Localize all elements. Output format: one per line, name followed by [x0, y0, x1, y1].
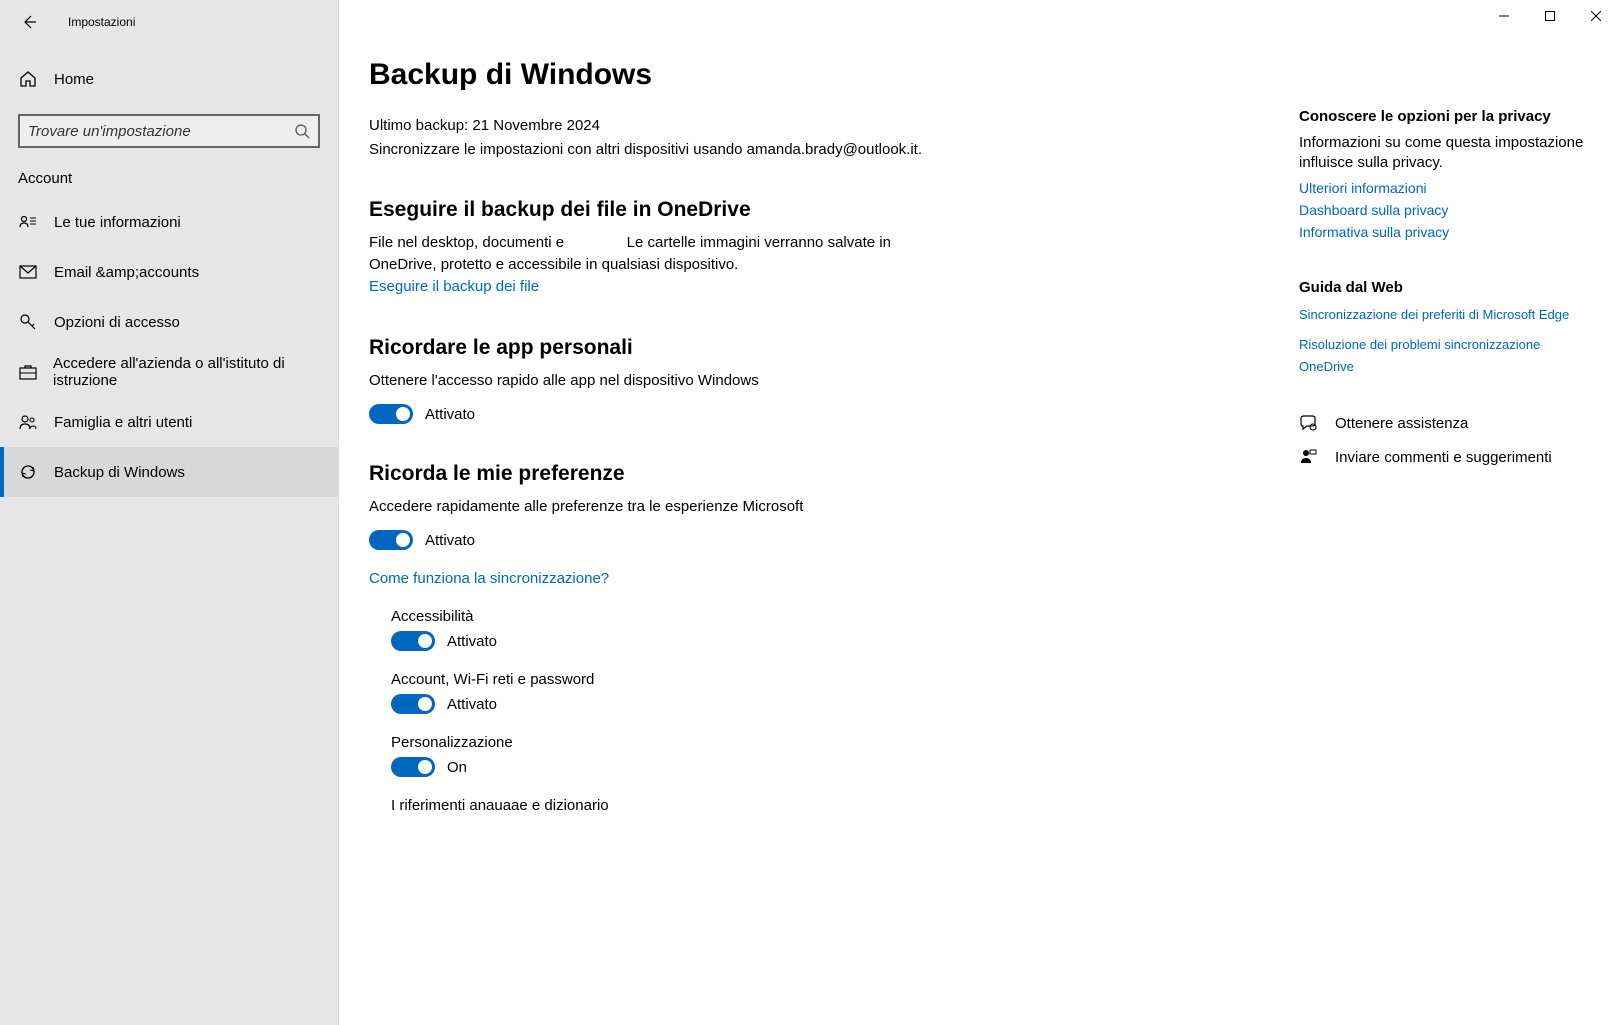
get-help-label: Ottenere assistenza: [1335, 415, 1468, 432]
rp-link-dashboard[interactable]: Dashboard sulla privacy: [1299, 199, 1595, 221]
nav-item-label: Famiglia e altri utenti: [54, 414, 192, 431]
heading-apps: Ricordare le app personali: [369, 336, 1269, 360]
help-icon: [1299, 414, 1317, 432]
nav-work-school[interactable]: Accedere all'azienda o all'istituto di i…: [0, 347, 338, 397]
main-area: Backup di Windows Ultimo backup: 21 Nove…: [339, 0, 1619, 1025]
rp-link-edge[interactable]: Sincronizzazione dei preferiti di Micros…: [1299, 304, 1595, 326]
toggle-personalization[interactable]: [391, 757, 435, 777]
home-icon: [18, 70, 38, 88]
nav-your-info[interactable]: Le tue informazioni: [0, 197, 338, 247]
nav-item-label: Opzioni di accesso: [54, 314, 180, 331]
nav-backup[interactable]: Backup di Windows: [0, 447, 338, 497]
person-card-icon: [18, 213, 38, 231]
rp-heading-privacy: Conoscere le opzioni per la privacy: [1299, 108, 1595, 125]
search-input[interactable]: [28, 123, 294, 140]
sub-label: Personalizzazione: [391, 734, 1269, 751]
toggle-accounts[interactable]: [391, 694, 435, 714]
apps-desc: Ottenere l'accesso rapido alle app nel d…: [369, 370, 929, 392]
give-feedback[interactable]: Inviare commenti e suggerimenti: [1299, 448, 1595, 466]
nav-family[interactable]: Famiglia e altri utenti: [0, 397, 338, 447]
close-button[interactable]: [1573, 0, 1619, 32]
rp-link-statement[interactable]: Informativa sulla privacy: [1299, 221, 1595, 243]
nav-item-label: Accedere all'azienda o all'istituto di i…: [53, 355, 338, 389]
rp-privacy-desc: Informazioni su come questa impostazione…: [1299, 133, 1595, 173]
search-icon: [294, 123, 310, 139]
nav-home-label: Home: [54, 71, 94, 88]
sidebar: Impostazioni Home Account Le tue informa…: [0, 0, 339, 1025]
nav-item-label: Backup di Windows: [54, 464, 185, 481]
give-feedback-label: Inviare commenti e suggerimenti: [1335, 449, 1552, 466]
sub-label: Account, Wi-Fi reti e password: [391, 671, 1269, 688]
right-pane: Conoscere le opzioni per la privacy Info…: [1299, 0, 1619, 1025]
heading-prefs: Ricorda le mie preferenze: [369, 462, 1269, 486]
rp-link-onedrive[interactable]: Risoluzione dei problemi sincronizzazion…: [1299, 334, 1595, 378]
nav-email-accounts[interactable]: Email &amp;accounts: [0, 247, 338, 297]
toggle-apps-state: Attivato: [425, 406, 475, 423]
prefs-desc: Accedere rapidamente alle preferenze tra…: [369, 496, 929, 518]
window-controls: [1481, 0, 1619, 32]
backup-files-link[interactable]: Eseguire il backup dei file: [369, 276, 929, 298]
page-title: Backup di Windows: [369, 58, 1269, 92]
window-title: Impostazioni: [68, 15, 135, 29]
people-icon: [18, 413, 38, 431]
nav-item-label: Email &amp;accounts: [54, 264, 199, 281]
toggle-state: Attivato: [447, 633, 497, 650]
rp-link-more[interactable]: Ulteriori informazioni: [1299, 177, 1595, 199]
back-button[interactable]: [14, 14, 44, 30]
briefcase-icon: [18, 363, 37, 381]
toggle-prefs-state: Attivato: [425, 532, 475, 549]
sync-icon: [18, 463, 38, 481]
toggle-apps[interactable]: [369, 404, 413, 424]
toggle-prefs[interactable]: [369, 530, 413, 550]
content: Backup di Windows Ultimo backup: 21 Nove…: [339, 0, 1299, 1025]
heading-onedrive: Eseguire il backup dei file in OneDrive: [369, 198, 1269, 222]
how-sync-link[interactable]: Come funziona la sincronizzazione?: [369, 568, 929, 590]
sync-description: Sincronizzare le impostazioni con altri …: [369, 140, 1269, 160]
toggle-state: On: [447, 759, 467, 776]
last-backup: Ultimo backup: 21 Novembre 2024: [369, 116, 1269, 136]
key-icon: [18, 313, 38, 331]
toggle-accessibility[interactable]: [391, 631, 435, 651]
search-box[interactable]: [18, 114, 320, 148]
rp-heading-web: Guida dal Web: [1299, 279, 1595, 296]
get-help[interactable]: Ottenere assistenza: [1299, 414, 1595, 432]
nav-home[interactable]: Home: [0, 58, 338, 100]
sub-label: Accessibilità: [391, 608, 1269, 625]
onedrive-desc: File nel desktop, documenti e Le cartell…: [369, 232, 929, 276]
sub-label: I riferimenti anauaae e dizionario: [391, 797, 1269, 814]
mail-icon: [18, 263, 38, 281]
nav-item-label: Le tue informazioni: [54, 214, 181, 231]
maximize-button[interactable]: [1527, 0, 1573, 32]
minimize-button[interactable]: [1481, 0, 1527, 32]
feedback-icon: [1299, 448, 1317, 466]
category-label: Account: [18, 170, 338, 187]
nav-signin-options[interactable]: Opzioni di accesso: [0, 297, 338, 347]
toggle-state: Attivato: [447, 696, 497, 713]
